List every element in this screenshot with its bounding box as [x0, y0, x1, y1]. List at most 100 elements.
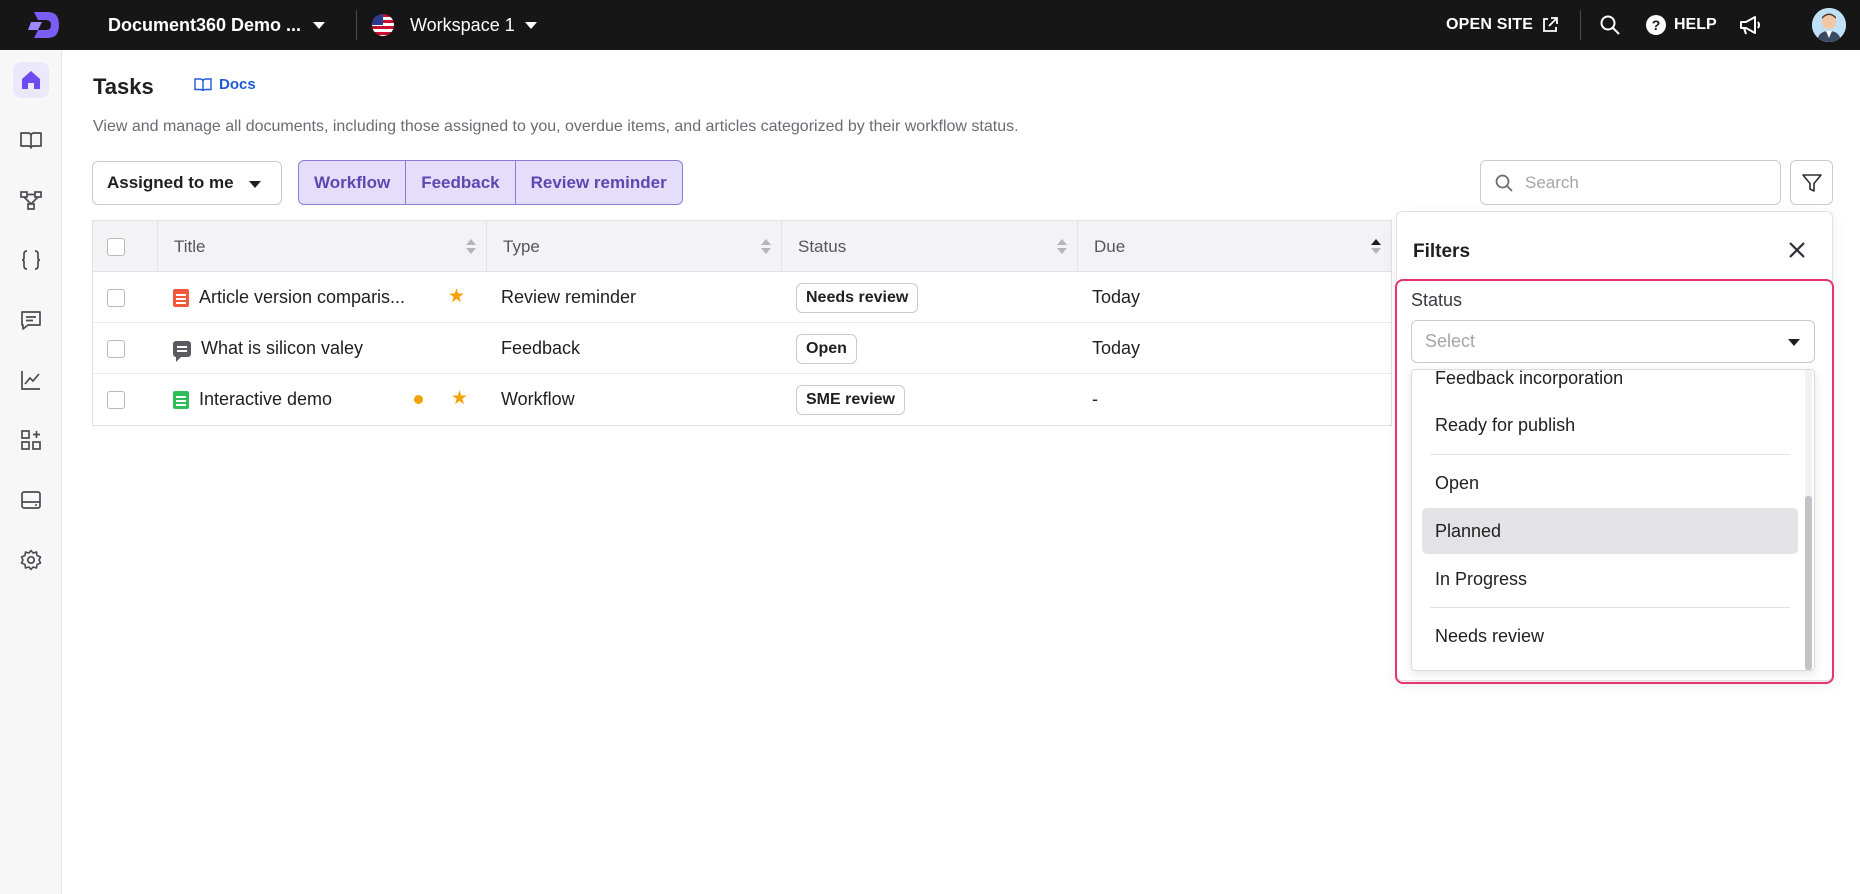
- apps-icon: [21, 430, 41, 450]
- us-flag-icon: [372, 14, 394, 36]
- column-title[interactable]: Title: [158, 221, 487, 272]
- drive-icon: [21, 491, 41, 509]
- segment-review-reminder[interactable]: Review reminder: [516, 161, 682, 204]
- article-icon: [173, 390, 189, 409]
- segment-workflow[interactable]: Workflow: [299, 161, 407, 204]
- column-type-label: Type: [503, 236, 540, 256]
- chevron-down-icon: [249, 181, 261, 188]
- select-all-checkbox[interactable]: [107, 237, 125, 256]
- avatar-icon: [1812, 8, 1846, 42]
- home-icon: [22, 71, 40, 89]
- table-row[interactable]: What is silicon valey Feedback Open Toda…: [93, 323, 1391, 374]
- row-select-cell: [93, 272, 158, 323]
- megaphone-icon: [1740, 16, 1760, 35]
- scrollbar-thumb[interactable]: [1805, 496, 1812, 670]
- assigned-to-me-dropdown[interactable]: Assigned to me: [92, 161, 282, 205]
- row-title[interactable]: What is silicon valey: [201, 338, 363, 359]
- search-icon: [1495, 174, 1513, 192]
- title-cell: What is silicon valey: [158, 323, 487, 374]
- row-checkbox[interactable]: [107, 339, 125, 358]
- close-icon[interactable]: [1783, 236, 1811, 264]
- open-site-button[interactable]: OPEN SITE: [1446, 0, 1559, 50]
- title-cell: Article version comparis... ★: [158, 272, 487, 323]
- option-ready-for-publish[interactable]: Ready for publish: [1422, 402, 1798, 448]
- sidebar-item-feedback[interactable]: [13, 302, 49, 338]
- table-row[interactable]: Interactive demo ★ Workflow SME review -: [93, 374, 1391, 425]
- segment-feedback[interactable]: Feedback: [406, 161, 516, 204]
- sidebar-item-documentation[interactable]: [13, 122, 49, 158]
- column-title-label: Title: [174, 236, 206, 256]
- book-icon: [20, 132, 42, 149]
- sidebar-item-drive[interactable]: [13, 482, 49, 518]
- search-button[interactable]: [1597, 12, 1623, 38]
- feedback-icon: [173, 340, 191, 362]
- assigned-label: Assigned to me: [107, 173, 234, 192]
- article-icon: [173, 288, 189, 307]
- column-status-label: Status: [798, 236, 847, 256]
- hierarchy-icon: [20, 191, 42, 210]
- help-icon: ?: [1646, 15, 1666, 35]
- row-select-cell: [93, 374, 158, 425]
- filters-title: Filters: [1413, 241, 1471, 262]
- table-row[interactable]: Article version comparis... ★ Review rem…: [93, 272, 1391, 323]
- docs-link[interactable]: Docs: [194, 76, 256, 93]
- row-title[interactable]: Interactive demo: [199, 389, 332, 410]
- help-label: HELP: [1674, 16, 1717, 33]
- select-all-cell: [93, 221, 158, 272]
- title-cell: Interactive demo ★: [158, 374, 487, 425]
- project-selector[interactable]: Document360 Demo ...: [108, 0, 326, 50]
- sort-icon: [466, 239, 476, 255]
- announcements-button[interactable]: [1737, 12, 1763, 38]
- option-open[interactable]: Open: [1422, 460, 1798, 506]
- column-due[interactable]: Due: [1078, 221, 1391, 272]
- divider: [356, 10, 357, 40]
- option-needs-review[interactable]: Needs review: [1422, 613, 1798, 659]
- user-avatar[interactable]: [1812, 8, 1846, 42]
- star-icon[interactable]: ★: [451, 387, 468, 410]
- external-link-icon: [1543, 17, 1559, 32]
- chevron-down-icon: [524, 21, 537, 29]
- sidebar-item-hierarchy[interactable]: [13, 182, 49, 218]
- page-title: Tasks: [93, 74, 154, 99]
- divider: [1580, 10, 1581, 40]
- status-select[interactable]: Select: [1411, 320, 1815, 363]
- sidebar-item-home[interactable]: [13, 62, 49, 98]
- comment-icon: [21, 311, 41, 330]
- row-title[interactable]: Article version comparis...: [199, 287, 405, 308]
- sort-ascending-icon: [1371, 239, 1381, 255]
- analytics-icon: [21, 371, 40, 390]
- workspace-name: Workspace 1: [410, 14, 515, 35]
- option-feedback-incorporation[interactable]: Feedback incorporation: [1422, 370, 1798, 401]
- sidebar-item-apps[interactable]: [13, 422, 49, 458]
- document360-logo-icon[interactable]: [26, 6, 64, 44]
- row-type: Review reminder: [501, 287, 637, 307]
- workspace-selector[interactable]: Workspace 1: [372, 0, 537, 50]
- option-in-progress[interactable]: In Progress: [1422, 556, 1798, 602]
- unpublished-dot-icon: [414, 395, 423, 404]
- row-type: Feedback: [501, 338, 581, 358]
- row-type: Workflow: [501, 389, 575, 409]
- help-button[interactable]: ? HELP: [1646, 0, 1717, 50]
- column-status[interactable]: Status: [782, 221, 1078, 272]
- docs-link-label: Docs: [219, 76, 256, 93]
- sidebar: [0, 50, 62, 894]
- sort-icon: [761, 239, 771, 255]
- sidebar-item-settings[interactable]: [13, 542, 49, 578]
- tasks-table: Title Type Status Due Article version co…: [92, 220, 1392, 426]
- sidebar-item-analytics[interactable]: [13, 362, 49, 398]
- option-group-divider: [1430, 607, 1790, 608]
- star-icon[interactable]: ★: [448, 285, 465, 308]
- status-select-placeholder: Select: [1425, 331, 1476, 351]
- option-planned[interactable]: Planned: [1422, 508, 1798, 554]
- status-badge: SME review: [796, 384, 905, 415]
- row-checkbox[interactable]: [107, 390, 125, 409]
- sidebar-item-api[interactable]: [13, 242, 49, 278]
- status-cell: Open: [782, 323, 1078, 374]
- search-input[interactable]: [1525, 172, 1765, 193]
- column-due-label: Due: [1094, 236, 1126, 256]
- open-site-label: OPEN SITE: [1446, 16, 1534, 33]
- column-type[interactable]: Type: [487, 221, 782, 272]
- row-checkbox[interactable]: [107, 288, 125, 307]
- status-badge: Needs review: [796, 282, 919, 313]
- filter-button[interactable]: [1790, 160, 1833, 205]
